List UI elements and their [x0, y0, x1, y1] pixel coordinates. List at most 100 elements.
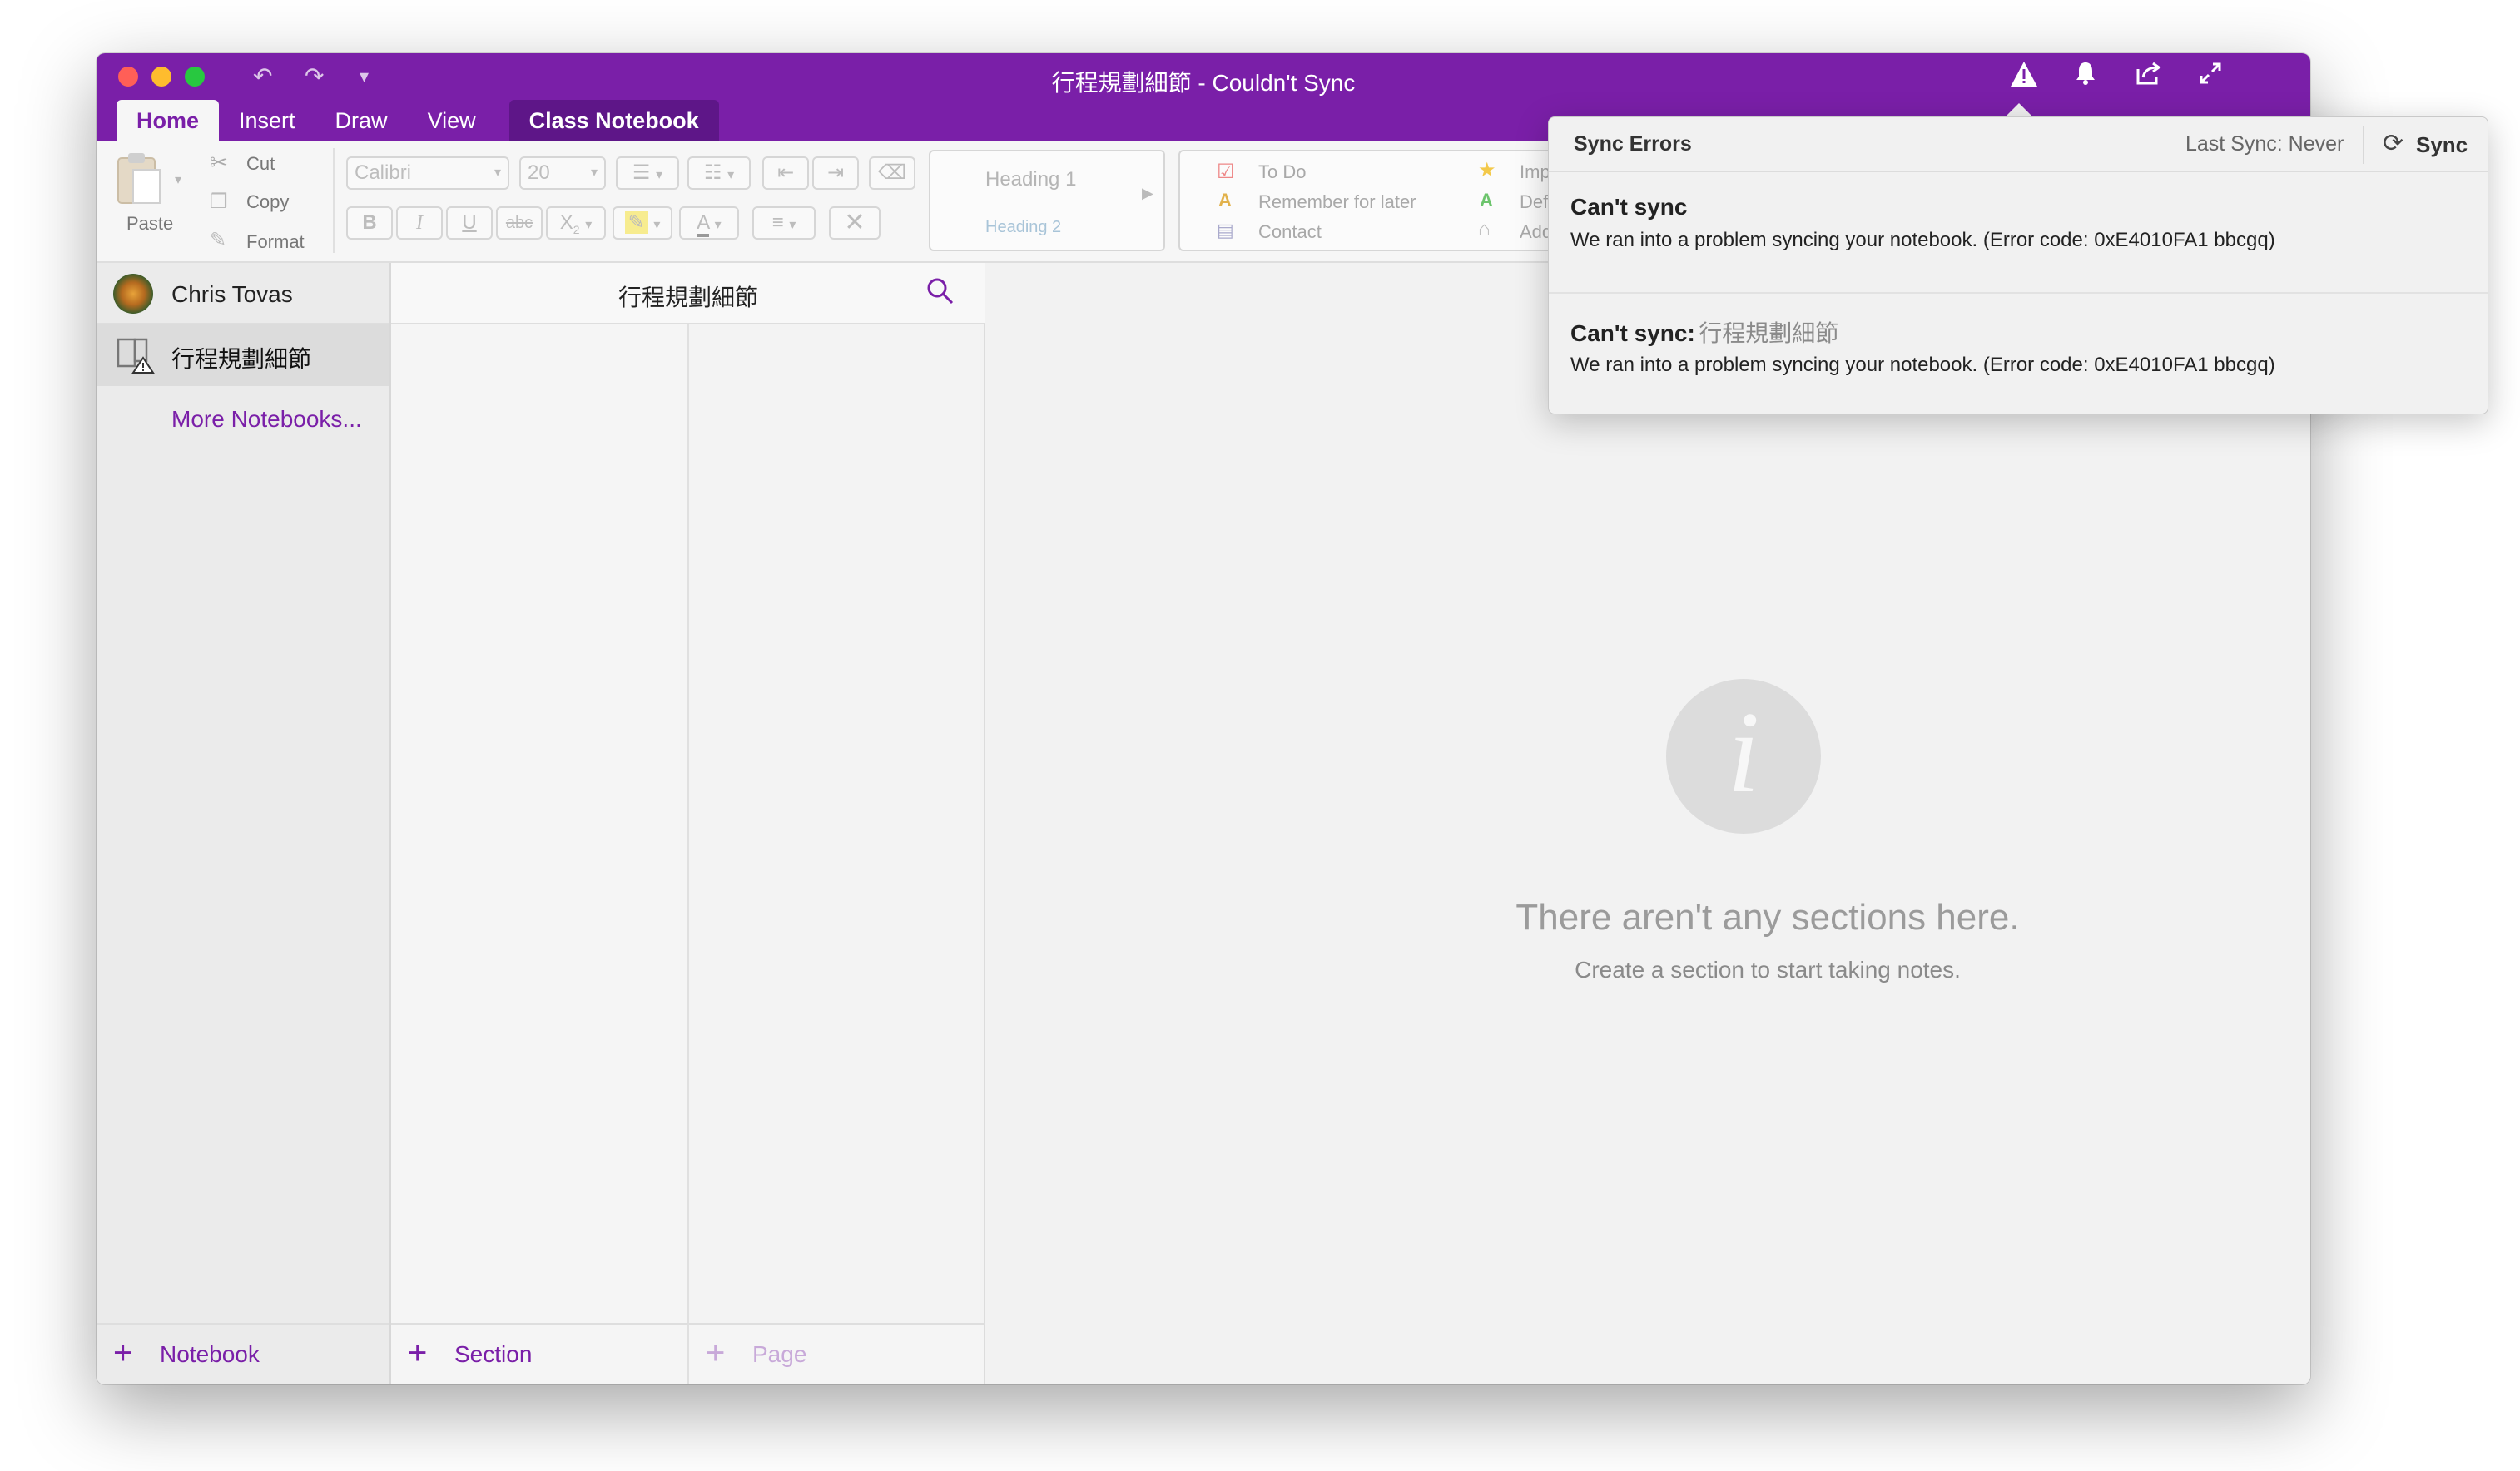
add-section-label: Section	[454, 1341, 533, 1367]
add-notebook-label: Notebook	[160, 1341, 260, 1367]
font-name-value: Calibri	[355, 161, 412, 184]
copy-button[interactable]: Copy	[246, 191, 289, 213]
style-heading-1[interactable]: Heading 1	[985, 168, 1076, 191]
remember-icon: A	[1218, 190, 1232, 210]
underline-button[interactable]: U	[446, 206, 493, 240]
chevron-down-icon: ▾	[590, 166, 598, 180]
add-page-label: Page	[752, 1341, 807, 1367]
sync-error-item[interactable]: Can't sync We ran into a problem syncing…	[1549, 172, 2488, 294]
notebook-pane: Chris Tovas 行程規劃細節 More Notebooks... + N…	[97, 263, 391, 1384]
sync-error-title: Can't sync	[1570, 194, 1688, 220]
outdent-icon: ⇤	[776, 161, 795, 184]
user-row[interactable]: Chris Tovas	[97, 263, 389, 324]
strikethrough-button[interactable]: abc	[496, 206, 543, 240]
decrease-indent-button[interactable]: ⇤	[762, 156, 809, 190]
chevron-down-icon: ▾	[656, 168, 663, 182]
numbered-list-icon: ☷	[703, 161, 722, 184]
share-icon[interactable]	[2131, 60, 2167, 93]
sync-error-message: We ran into a problem syncing your noteb…	[1570, 354, 2275, 376]
section-list	[391, 324, 689, 1323]
define-icon: A	[1480, 190, 1493, 210]
eraser-icon: ⌫	[878, 161, 906, 184]
notebook-warning-icon	[117, 336, 155, 379]
copy-icon: ❐	[210, 191, 228, 213]
clear-all-formatting-button[interactable]: ✕	[829, 206, 881, 240]
chevron-down-icon: ▾	[727, 168, 735, 182]
sync-button[interactable]: ⟳ Sync	[2378, 126, 2478, 164]
increase-indent-button[interactable]: ⇥	[812, 156, 859, 190]
search-icon[interactable]	[925, 276, 955, 310]
format-painter-button[interactable]: Format	[246, 231, 305, 253]
font-size-select[interactable]: 20 ▾	[519, 156, 606, 190]
tab-draw[interactable]: Draw	[315, 100, 408, 141]
add-section-button[interactable]: + Section	[391, 1323, 689, 1384]
chevron-down-icon: ▾	[585, 218, 593, 232]
paste-icon[interactable]	[115, 151, 165, 210]
align-button[interactable]: ≡ ▾	[752, 206, 816, 240]
tab-class-notebook[interactable]: Class Notebook	[508, 100, 719, 141]
cut-icon: ✂	[210, 150, 228, 175]
bullets-button[interactable]: ☰ ▾	[616, 156, 679, 190]
notebook-item-current[interactable]: 行程規劃細節	[97, 324, 389, 386]
refresh-icon: ⟳	[2383, 130, 2404, 157]
star-icon: ★	[1478, 159, 1496, 181]
indent-icon: ⇥	[826, 161, 845, 184]
plus-icon: +	[408, 1335, 428, 1371]
paste-options-icon[interactable]: ▾	[175, 171, 181, 188]
chevron-down-icon: ▾	[789, 218, 796, 232]
sync-error-title-row: Can't sync: 行程規劃細節	[1570, 315, 1838, 349]
highlight-button[interactable]: ✎ ▾	[613, 206, 672, 240]
fullscreen-icon[interactable]	[2192, 60, 2229, 93]
sync-error-message: We ran into a problem syncing your noteb…	[1570, 229, 2275, 251]
sync-button-label: Sync	[2416, 132, 2468, 157]
add-page-button[interactable]: + Page	[689, 1323, 985, 1384]
bold-button[interactable]: B	[346, 206, 393, 240]
more-notebooks-link[interactable]: More Notebooks...	[171, 406, 362, 433]
italic-button[interactable]: I	[396, 206, 443, 240]
info-icon: i	[1666, 679, 1821, 834]
styles-gallery[interactable]: Heading 1 Heading 2 ▶	[929, 150, 1165, 251]
tab-view[interactable]: View	[408, 100, 496, 141]
font-name-select[interactable]: Calibri ▾	[346, 156, 509, 190]
tab-insert[interactable]: Insert	[219, 100, 315, 141]
paste-button[interactable]: Paste	[126, 213, 173, 235]
page-list	[689, 324, 985, 1323]
plus-icon: +	[706, 1335, 726, 1371]
notebook-name: 行程規劃細節	[171, 346, 312, 372]
sync-warning-icon[interactable]	[2006, 60, 2042, 96]
popover-header: Sync Errors Last Sync: Never ⟳ Sync	[1549, 117, 2488, 172]
empty-state-heading: There aren't any sections here.	[1515, 897, 2020, 938]
todo-checkbox-icon: ☑	[1217, 161, 1235, 183]
font-color-icon: A	[697, 211, 709, 237]
tag-remember-for-later[interactable]: Remember for later	[1258, 191, 1416, 213]
chevron-down-icon: ▾	[714, 218, 722, 232]
section-header: 行程規劃細節	[391, 263, 985, 324]
add-notebook-button[interactable]: + Notebook	[97, 1323, 389, 1384]
highlighter-icon: ✎	[624, 211, 648, 234]
sync-error-item[interactable]: Can't sync: 行程規劃細節 We ran into a problem…	[1549, 294, 2488, 415]
window-title: 行程規劃細節 - Couldn't Sync	[1051, 70, 1356, 96]
section-header-title: 行程規劃細節	[618, 285, 758, 310]
styles-expand-icon[interactable]: ▶	[1142, 185, 1153, 202]
content-pane: i There aren't any sections here. Create…	[985, 263, 2310, 1384]
sync-errors-popover: Sync Errors Last Sync: Never ⟳ Sync Can'…	[1548, 116, 2488, 414]
font-color-button[interactable]: A ▾	[679, 206, 739, 240]
tag-todo[interactable]: To Do	[1258, 161, 1306, 183]
cut-button[interactable]: Cut	[246, 153, 275, 175]
sync-error-title: Can't sync:	[1570, 320, 1695, 346]
subscript-button[interactable]: X2 ▾	[546, 206, 606, 240]
user-name: Chris Tovas	[171, 281, 293, 307]
format-painter-icon: ✎	[210, 229, 227, 251]
clear-formatting-button[interactable]: ⌫	[869, 156, 915, 190]
house-icon: ⌂	[1478, 218, 1491, 240]
chevron-down-icon: ▾	[653, 218, 661, 232]
bulleted-list-icon: ☰	[632, 161, 651, 184]
tag-important[interactable]: Imp	[1520, 161, 1550, 183]
align-left-icon: ≡	[771, 211, 784, 234]
tag-contact[interactable]: Contact	[1258, 221, 1322, 243]
numbering-button[interactable]: ☷ ▾	[687, 156, 751, 190]
style-heading-2[interactable]: Heading 2	[985, 218, 1061, 237]
notifications-bell-icon[interactable]	[2067, 60, 2104, 94]
plus-icon: +	[113, 1335, 133, 1371]
tab-home[interactable]: Home	[117, 100, 220, 141]
